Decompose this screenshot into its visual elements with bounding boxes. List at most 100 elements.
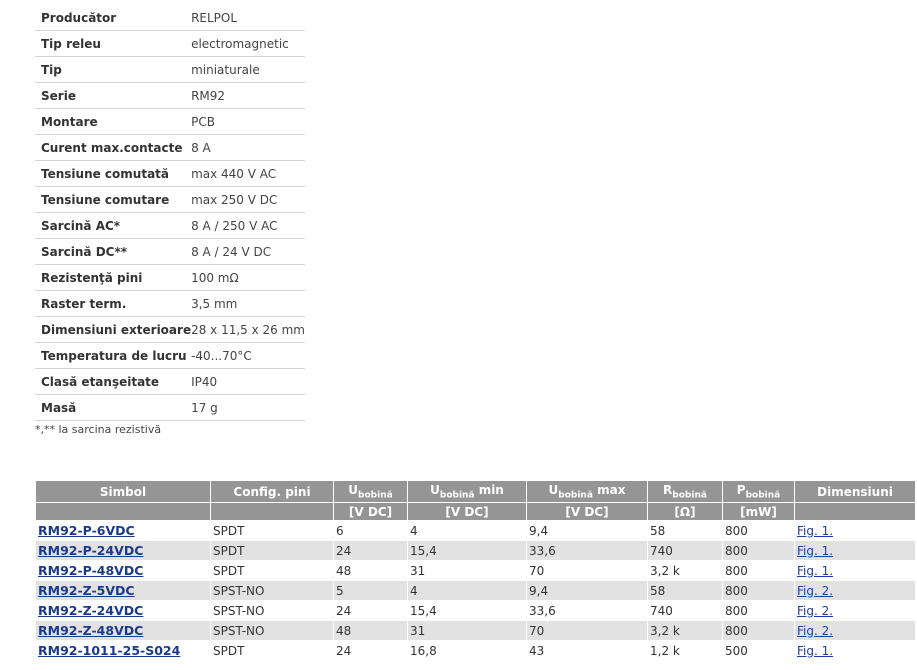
table-row: RM92-1011-25-S024 SPDT 24 16,8 43 1,2 k 500 Fig…: [35, 640, 916, 661]
u-min-cell: 4: [407, 580, 527, 601]
spec-value: electromagnetic: [191, 30, 305, 57]
unit-empty: [794, 502, 916, 521]
spec-label: Raster term.: [35, 290, 192, 317]
symbol-link[interactable]: RM92-P-6VDC: [38, 523, 135, 538]
spec-value: IP40: [191, 368, 305, 395]
spec-label: Tip: [35, 56, 192, 83]
spec-label: Rezistenţă pini: [35, 264, 192, 291]
config-cell: SPST-NO: [210, 600, 334, 621]
spec-value: RM92: [191, 82, 305, 109]
u-nominal-cell: 24: [333, 540, 408, 561]
spec-row: Serie RM92: [35, 82, 305, 109]
u-max-cell: 70: [526, 620, 648, 641]
spec-label: Masă: [35, 394, 192, 421]
symbol-cell: RM92-P-48VDC: [35, 560, 211, 581]
symbol-cell: RM92-P-6VDC: [35, 520, 211, 541]
spec-label: Serie: [35, 82, 192, 109]
resistance-cell: 1,2 k: [647, 640, 723, 661]
spec-label: Sarcină DC**: [35, 238, 192, 265]
u-min-cell: 4: [407, 520, 527, 541]
spec-row: Dimensiuni exterioare 28 x 11,5 x 26 mm: [35, 316, 305, 343]
u-min-cell: 31: [407, 560, 527, 581]
spec-row: Clasă etanşeitate IP40: [35, 368, 305, 395]
figure-link[interactable]: Fig. 2.: [797, 584, 833, 598]
symbol-link[interactable]: RM92-1011-25-S024: [38, 643, 180, 658]
u-max-cell: 9,4: [526, 580, 648, 601]
spec-value: 3,5 mm: [191, 290, 305, 317]
unit-u-max: [V DC]: [526, 502, 648, 521]
unit-empty: [35, 502, 211, 521]
spec-value: 8 A / 250 V AC: [191, 212, 305, 239]
header-symbol: Simbol: [35, 480, 211, 503]
figure-link[interactable]: Fig. 1.: [797, 524, 833, 538]
spec-label: Tip releu: [35, 30, 192, 57]
figure-link[interactable]: Fig. 1.: [797, 564, 833, 578]
spec-value: max 440 V AC: [191, 160, 305, 187]
power-cell: 800: [722, 560, 795, 581]
dimensions-cell: Fig. 1.: [794, 640, 916, 661]
dimensions-cell: Fig. 2.: [794, 620, 916, 641]
symbol-link[interactable]: RM92-Z-5VDC: [38, 583, 135, 598]
unit-resistance: [Ω]: [647, 502, 723, 521]
figure-link[interactable]: Fig. 2.: [797, 604, 833, 618]
specifications-table: Producător RELPOL Tip releu electromagnetic…: [35, 5, 305, 421]
spec-value: 17 g: [191, 394, 305, 421]
spec-row: Tip miniaturale: [35, 56, 305, 83]
header-power: Pbobină: [722, 480, 795, 503]
spec-row: Tip releu electromagnetic: [35, 30, 305, 57]
table-row: RM92-P-24VDC SPDT 24 15,4 33,6 740 800 Fig. 1.: [35, 540, 916, 561]
u-min-cell: 15,4: [407, 600, 527, 621]
spec-row: Sarcină AC* 8 A / 250 V AC: [35, 212, 305, 239]
spec-label: Sarcină AC*: [35, 212, 192, 239]
table-row: RM92-Z-48VDC SPST-NO 48 31 70 3,2 k 800 Fig. 2.: [35, 620, 916, 641]
u-max-cell: 70: [526, 560, 648, 581]
unit-empty: [210, 502, 334, 521]
symbol-link[interactable]: RM92-P-48VDC: [38, 563, 143, 578]
dimensions-cell: Fig. 1.: [794, 540, 916, 561]
power-cell: 800: [722, 600, 795, 621]
header-resistance: Rbobină: [647, 480, 723, 503]
config-cell: SPDT: [210, 560, 334, 581]
u-max-cell: 33,6: [526, 600, 648, 621]
spec-row: Sarcină DC** 8 A / 24 V DC: [35, 238, 305, 265]
spec-row: Tensiune comutare max 250 V DC: [35, 186, 305, 213]
figure-link[interactable]: Fig. 1.: [797, 644, 833, 658]
u-max-cell: 43: [526, 640, 648, 661]
table-units-row: [V DC] [V DC] [V DC] [Ω] [mW]: [35, 502, 916, 521]
symbol-cell: RM92-Z-24VDC: [35, 600, 211, 621]
header-u-nominal: Ubobină: [333, 480, 408, 503]
spec-row: Masă 17 g: [35, 394, 305, 421]
u-max-cell: 9,4: [526, 520, 648, 541]
figure-link[interactable]: Fig. 1.: [797, 544, 833, 558]
unit-u-min: [V DC]: [407, 502, 527, 521]
spec-value: RELPOL: [191, 5, 305, 31]
u-min-cell: 16,8: [407, 640, 527, 661]
u-min-cell: 31: [407, 620, 527, 641]
u-nominal-cell: 24: [333, 640, 408, 661]
header-u-min: Ubobină min: [407, 480, 527, 503]
table-row: RM92-Z-5VDC SPST-NO 5 4 9,4 58 800 Fig. 2.: [35, 580, 916, 601]
symbol-link[interactable]: RM92-Z-24VDC: [38, 603, 143, 618]
u-nominal-cell: 48: [333, 560, 408, 581]
table-header-row: Simbol Config. pini Ubobină Ubobină min …: [35, 480, 916, 503]
table-row: RM92-P-48VDC SPDT 48 31 70 3,2 k 800 Fig. 1.: [35, 560, 916, 581]
product-variants-table: Simbol Config. pini Ubobină Ubobină min …: [35, 480, 916, 661]
u-nominal-cell: 24: [333, 600, 408, 621]
config-cell: SPST-NO: [210, 580, 334, 601]
spec-row: Tensiune comutată max 440 V AC: [35, 160, 305, 187]
figure-link[interactable]: Fig. 2.: [797, 624, 833, 638]
resistance-cell: 3,2 k: [647, 620, 723, 641]
symbol-link[interactable]: RM92-P-24VDC: [38, 543, 143, 558]
header-u-max: Ubobină max: [526, 480, 648, 503]
unit-u-nominal: [V DC]: [333, 502, 408, 521]
table-row: RM92-P-6VDC SPDT 6 4 9,4 58 800 Fig. 1.: [35, 520, 916, 541]
symbol-link[interactable]: RM92-Z-48VDC: [38, 623, 143, 638]
dimensions-cell: Fig. 2.: [794, 580, 916, 601]
footnote: *,** la sarcina rezistivă: [35, 423, 162, 436]
spec-row: Curent max.contacte 8 A: [35, 134, 305, 161]
symbol-cell: RM92-1011-25-S024: [35, 640, 211, 661]
spec-value: 28 x 11,5 x 26 mm: [191, 316, 305, 343]
spec-label: Dimensiuni exterioare: [35, 316, 192, 343]
config-cell: SPDT: [210, 520, 334, 541]
spec-value: miniaturale: [191, 56, 305, 83]
